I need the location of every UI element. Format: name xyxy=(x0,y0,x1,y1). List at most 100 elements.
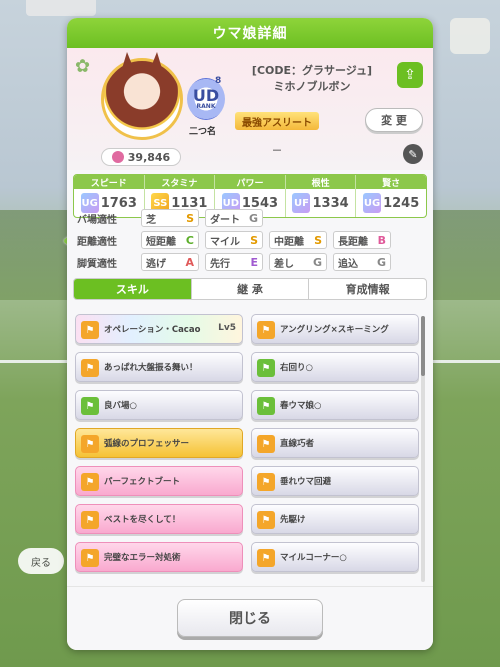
skill-card[interactable]: ⚑ あっぱれ大盤振る舞い！ xyxy=(75,352,243,382)
aptitude-grade: A xyxy=(185,255,194,269)
aptitude-name: 差し xyxy=(274,258,294,270)
skill-card[interactable]: ⚑ パーフェクトブート xyxy=(75,466,243,496)
skill-card[interactable]: ⚑ 良バ場○ xyxy=(75,390,243,420)
skill-icon: ⚑ xyxy=(81,473,99,491)
stat-label: 賢さ xyxy=(356,175,426,189)
skill-icon: ⚑ xyxy=(257,511,275,529)
rank-letters: UD xyxy=(192,85,220,105)
skill-icon: ⚑ xyxy=(81,359,99,377)
skill-name: マイルコーナー○ xyxy=(280,553,347,563)
skill-name: 直線巧者 xyxy=(280,439,315,449)
aptitude-grade: B xyxy=(377,233,386,247)
aptitude-grade: S xyxy=(186,211,194,225)
skill-card[interactable]: ⚑ 垂れウマ回避 xyxy=(251,466,419,496)
skill-scrollbar[interactable] xyxy=(421,316,425,582)
skill-list-area[interactable]: ⚑ オペレーション・Cacao Lv5 ⚑ アングリング×スキーミング ⚑ あっぱれ大盤振る… xyxy=(73,312,427,586)
stat-label: スタミナ xyxy=(144,175,215,189)
skill-name: アングリング×スキーミング xyxy=(280,325,389,335)
aptitude-grade: G xyxy=(312,255,322,269)
skill-card[interactable]: ⚑ マイルコーナー○ xyxy=(251,542,419,572)
close-button[interactable]: 閉じる xyxy=(177,599,323,637)
rank-number: 8 xyxy=(215,76,222,86)
aptitude-cell: 中距離 S xyxy=(269,231,327,249)
skill-name: 春ウマ娘○ xyxy=(280,401,322,411)
skill-name: 弧線のプロフェッサー xyxy=(104,439,190,449)
aptitude-cell: 芝S xyxy=(141,209,199,227)
scrollbar-thumb[interactable] xyxy=(421,316,425,376)
skill-icon: ⚑ xyxy=(81,321,99,339)
skill-icon: ⚑ xyxy=(81,549,99,567)
skill-icon: ⚑ xyxy=(257,397,275,415)
fan-count: 39,846 xyxy=(101,148,181,166)
skill-name: 垂れウマ回避 xyxy=(280,477,332,487)
aptitude-name: 先行 xyxy=(210,258,230,270)
skill-card[interactable]: ⚑ 完璧なエラー対処術 xyxy=(75,542,243,572)
skill-name: オペレーション・Cacao xyxy=(104,325,201,335)
skill-icon: ⚑ xyxy=(257,473,275,491)
aptitude-grade: S xyxy=(314,233,322,247)
ears-icon xyxy=(121,52,163,72)
uma-detail-modal: ウマ娘詳細 ✿ UD RANK 8 二つ名 39,846 [CODE：グラサージ… xyxy=(67,18,433,650)
skill-card[interactable]: ⚑ 先駆け xyxy=(251,504,419,534)
fan-count-value: 39,846 xyxy=(127,150,171,164)
stat-label: スピード xyxy=(74,175,144,189)
aptitude-cell: マイル S xyxy=(205,231,263,249)
rank-label: RANK xyxy=(196,102,216,110)
aptitude-cell: 長距離 B xyxy=(333,231,391,249)
aptitude-cell: 追込 G xyxy=(333,253,391,271)
edit-icon[interactable]: ✎ xyxy=(403,144,423,164)
skill-name: 完璧なエラー対処術 xyxy=(104,553,181,563)
skill-card[interactable]: ⚑ 右回り○ xyxy=(251,352,419,382)
aptitude-name: 中距離 xyxy=(274,236,304,248)
character-code: [CODE：グラサージュ] xyxy=(251,64,373,77)
skill-name: 右回り○ xyxy=(280,363,313,373)
aptitude-grade: S xyxy=(250,233,258,247)
tab-inheritance[interactable]: 継 承 xyxy=(192,279,310,299)
stat-label: 根性 xyxy=(285,175,356,189)
skill-level: Lv5 xyxy=(218,323,236,333)
title-badge: 最強アスリート xyxy=(235,112,319,130)
aptitude-cell: ダート G xyxy=(205,209,263,227)
skill-icon: ⚑ xyxy=(81,435,99,453)
skill-card[interactable]: ⚑ ベストを尽くして！ xyxy=(75,504,243,534)
skill-card[interactable]: ⚑ 弧線のプロフェッサー xyxy=(75,428,243,458)
aptitude-name: 芝 xyxy=(146,214,156,226)
share-button[interactable]: ⇪ xyxy=(397,62,423,88)
tab-skills[interactable]: スキル xyxy=(74,279,192,299)
skill-icon: ⚑ xyxy=(257,321,275,339)
aptitude-style-row: 脚質適性 逃げ A 先行 E 差し G 追込 G xyxy=(77,252,417,272)
skill-name: ベストを尽くして！ xyxy=(104,515,181,525)
change-title-button[interactable]: 変 更 xyxy=(365,108,423,132)
aptitude-grade: C xyxy=(185,233,194,247)
aptitude-cell: 逃げ A xyxy=(141,253,199,271)
aptitude-label: 脚質適性 xyxy=(77,258,117,270)
aptitude-label: バ場適性 xyxy=(77,214,117,226)
skill-list: ⚑ オペレーション・Cacao Lv5 ⚑ アングリング×スキーミング ⚑ あっぱれ大盤振る… xyxy=(75,314,419,572)
modal-title: ウマ娘詳細 xyxy=(67,18,433,48)
aptitude-label: 距離適性 xyxy=(77,236,117,248)
aptitude-grade: E xyxy=(250,255,258,269)
share-icon: ⇪ xyxy=(404,67,416,83)
aptitude-track-row: バ場適性 芝S ダート G xyxy=(77,208,417,228)
tab-training-info[interactable]: 育成情報 xyxy=(309,279,426,299)
skill-card[interactable]: ⚑ アングリング×スキーミング xyxy=(251,314,419,344)
skill-card[interactable]: ⚑ 春ウマ娘○ xyxy=(251,390,419,420)
carrot-icon: ✿ xyxy=(75,56,91,77)
aptitude-cell: 先行 E xyxy=(205,253,263,271)
background-menu-button xyxy=(450,18,490,54)
skill-card[interactable]: ⚑ オペレーション・Cacao Lv5 xyxy=(75,314,243,344)
skill-name: 先駆け xyxy=(280,515,306,525)
aptitude-name: 逃げ xyxy=(146,258,166,270)
aptitude-name: 短距離 xyxy=(146,236,176,248)
character-name: ミホノブルボン xyxy=(273,80,351,93)
aptitude-grade: G xyxy=(248,211,258,225)
aptitude-name: 長距離 xyxy=(338,236,368,248)
nickname-label: 二つ名 xyxy=(189,127,217,137)
background-back-bubble: 戻る xyxy=(18,548,64,574)
skill-card[interactable]: ⚑ 直線巧者 xyxy=(251,428,419,458)
detail-tabs: スキル 継 承 育成情報 xyxy=(73,278,427,300)
aptitude-cell: 短距離 C xyxy=(141,231,199,249)
aptitude-name: ダート xyxy=(210,214,240,226)
skill-icon: ⚑ xyxy=(81,511,99,529)
skill-name: あっぱれ大盤振る舞い！ xyxy=(104,363,198,373)
